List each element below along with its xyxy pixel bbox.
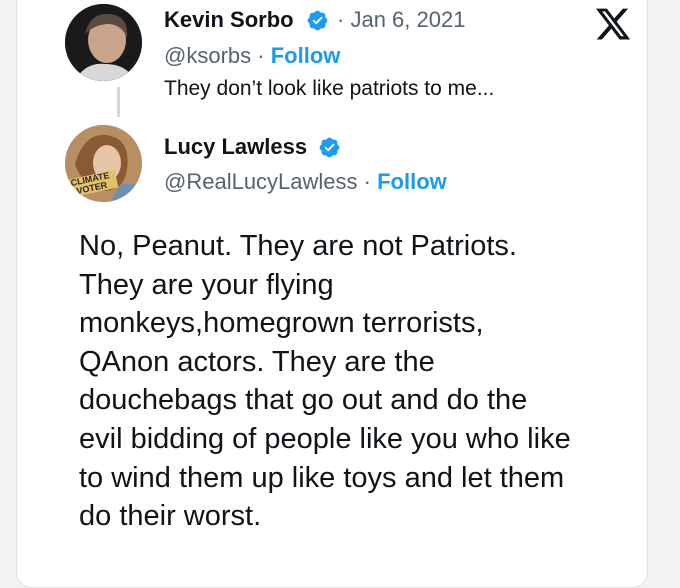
avatar-lucy-lawless[interactable]: CLIMATE VOTER [65, 125, 142, 202]
quoted-tweet-text: They don’t look like patriots to me... [164, 77, 495, 100]
quoted-date[interactable]: · Jan 6, 2021 [337, 7, 465, 33]
thread-connector-line [117, 87, 120, 117]
avatar-kevin-sorbo[interactable] [65, 4, 142, 81]
reply-handle-row: @RealLucyLawless · Follow [164, 169, 447, 194]
verified-badge-icon [307, 10, 328, 31]
quoted-handle-row: @ksorbs · Follow [164, 43, 341, 68]
reply-tweet-text: No, Peanut. They are not Patriots. They … [79, 230, 571, 533]
follow-kevin-button[interactable]: Follow [271, 43, 341, 68]
quoted-author-name[interactable]: Kevin Sorbo [164, 7, 294, 33]
verified-badge-icon [319, 137, 340, 158]
tweet-card: Kevin Sorbo · Jan 6, 2021 @ksorbs · Foll… [16, 0, 648, 588]
x-logo-icon[interactable] [593, 5, 633, 43]
reply-handle[interactable]: @RealLucyLawless [164, 169, 358, 194]
follow-lucy-button[interactable]: Follow [377, 169, 447, 194]
quoted-handle[interactable]: @ksorbs [164, 43, 251, 68]
reply-author-name[interactable]: Lucy Lawless [164, 134, 307, 160]
